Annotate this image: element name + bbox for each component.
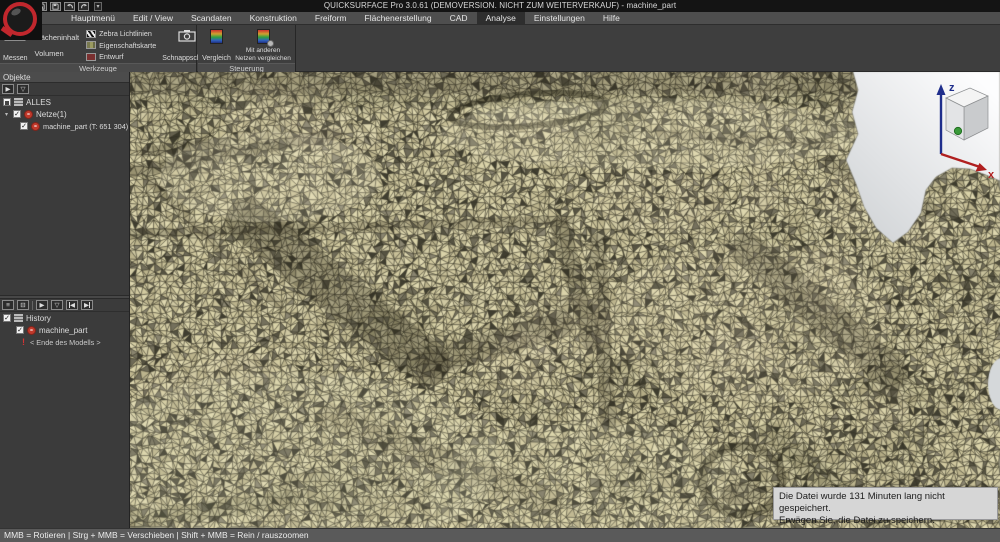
toast-line-2: Erwägen Sie, die Datei zu speichern. xyxy=(779,515,992,527)
menu-bar: Hauptmenü Edit / View Scandaten Konstruk… xyxy=(0,12,1000,25)
menu-flaechenerstellung[interactable]: Flächenerstellung xyxy=(356,12,441,24)
history-machine-part-label: machine_part xyxy=(39,326,87,335)
vergleich-button[interactable]: Vergleich xyxy=(201,27,232,63)
navigation-cube[interactable]: z x xyxy=(925,76,997,178)
mit-anderen-netzen-vergleichen-button[interactable]: Mit anderen Netzen vergleichen xyxy=(234,27,292,63)
machine-part-label: machine_part (T: 651 304) xyxy=(43,122,128,131)
menu-edit-view[interactable]: Edit / View xyxy=(124,12,182,24)
tree-row-alles[interactable]: ALLES xyxy=(0,96,129,108)
viewport-3d[interactable]: z x Die Datei wurde 131 Minuten lang nic… xyxy=(130,72,1000,528)
toast-line-1: Die Datei wurde 131 Minuten lang nicht g… xyxy=(779,491,992,515)
filter-icon[interactable]: ▽ xyxy=(17,84,29,94)
play-filter-icon[interactable]: ▶ xyxy=(2,84,14,94)
status-bar: MMB = Rotieren | Strg + MMB = Verschiebe… xyxy=(0,528,1000,542)
play-history-icon[interactable]: ▶ xyxy=(36,300,48,310)
entwurf-label: Entwurf xyxy=(99,52,123,61)
alles-label: ALLES xyxy=(26,98,51,107)
tree-row-history[interactable]: ✓ History xyxy=(0,312,129,324)
end-marker-icon: ! xyxy=(20,337,27,347)
objekte-panel-header: Objekte xyxy=(0,72,129,83)
menu-analyse[interactable]: Analyse xyxy=(477,12,525,24)
z-axis-label: z xyxy=(949,82,955,94)
history-machine-part-checkbox[interactable]: ✓ xyxy=(16,326,24,334)
history-checkbox[interactable]: ✓ xyxy=(3,314,11,322)
mesh-item-icon xyxy=(31,122,40,131)
menu-hauptmenu[interactable]: Hauptmenü xyxy=(62,12,124,24)
alles-checkbox[interactable] xyxy=(3,98,11,106)
skip-to-end-icon[interactable]: ▶ xyxy=(81,300,93,310)
menu-einstellungen[interactable]: Einstellungen xyxy=(525,12,594,24)
tree-row-netze[interactable]: ▾ ✓ Netze(1) xyxy=(0,108,129,120)
vergleich-label: Vergleich xyxy=(202,55,231,62)
title-bar: ▾ QUICKSURFACE Pro 3.0.61 (DEMOVERSION. … xyxy=(0,0,1000,12)
logo-block xyxy=(0,0,42,40)
x-axis xyxy=(941,154,980,167)
window-title: QUICKSURFACE Pro 3.0.61 (DEMOVERSION. NI… xyxy=(0,1,1000,10)
menu-freiform[interactable]: Freiform xyxy=(306,12,356,24)
tree-row-machine-part[interactable]: ✓ machine_part (T: 651 304) xyxy=(0,120,129,132)
z-axis-arrowhead xyxy=(937,84,946,95)
mouse-hints-text: MMB = Rotieren | Strg + MMB = Verschiebe… xyxy=(4,530,309,540)
ribbon: Messen Flächeninhalt Volumen Zebra Licht… xyxy=(0,25,1000,72)
app-logo-icon[interactable] xyxy=(3,2,37,36)
history-mesh-icon xyxy=(27,326,36,335)
tree-row-ende[interactable]: ! < Ende des Modells > xyxy=(0,336,129,348)
history-layers-icon xyxy=(14,314,23,322)
gear-icon xyxy=(267,40,274,47)
property-map-icon xyxy=(86,41,96,49)
zebra-stripes-icon xyxy=(86,30,96,38)
tree-view-icon[interactable]: ⊟ xyxy=(17,300,29,310)
ribbon-group-steuerung: Vergleich Mit anderen Netzen vergleichen… xyxy=(198,25,296,72)
group-label-steuerung: Steuerung xyxy=(198,63,295,72)
menu-hilfe[interactable]: Hilfe xyxy=(594,12,629,24)
save-reminder-toast: Die Datei wurde 131 Minuten lang nicht g… xyxy=(773,487,998,520)
messen-label: Messen xyxy=(3,55,28,62)
y-axis-dot-icon xyxy=(954,127,961,134)
mesh-canvas[interactable] xyxy=(130,72,1000,528)
application-window: ▾ QUICKSURFACE Pro 3.0.61 (DEMOVERSION. … xyxy=(0,0,1000,542)
collapse-icon[interactable]: ▾ xyxy=(3,111,10,118)
sidebar: Objekte ▶ ▽ ALLES ▾ ✓ Netze(1) ✓ machine… xyxy=(0,72,130,528)
history-toolbar: ≡ ⊟ ▶ ▽ ◀ ▶ xyxy=(0,299,129,312)
eigenschaftskarte-label: Eigenschaftskarte xyxy=(99,41,156,50)
menu-konstruktion[interactable]: Konstruktion xyxy=(241,12,306,24)
volumen-button[interactable]: Volumen xyxy=(35,49,80,58)
group-label-werkzeuge: Werkzeuge xyxy=(0,63,196,72)
entwurf-button[interactable]: Entwurf xyxy=(86,52,156,61)
mesh-group-icon xyxy=(24,110,33,119)
tree-row-history-machine-part[interactable]: ✓ machine_part xyxy=(0,324,129,336)
compare-meshes-label-1: Mit anderen xyxy=(246,47,280,54)
ende-label: < Ende des Modells > xyxy=(30,338,101,347)
list-icon[interactable]: ≡ xyxy=(2,300,14,310)
objekte-toolbar: ▶ ▽ xyxy=(0,83,129,96)
filter-history-icon[interactable]: ▽ xyxy=(51,300,63,310)
colormap-icon xyxy=(210,29,223,44)
eigenschaftskarte-button[interactable]: Eigenschaftskarte xyxy=(86,41,156,50)
machine-part-checkbox[interactable]: ✓ xyxy=(20,122,28,130)
zebra-lichtlinien-button[interactable]: Zebra Lichtlinien xyxy=(86,29,156,38)
netze-label: Netze(1) xyxy=(36,110,67,119)
menu-scandaten[interactable]: Scandaten xyxy=(182,12,241,24)
netze-checkbox[interactable]: ✓ xyxy=(13,110,21,118)
zebra-label: Zebra Lichtlinien xyxy=(99,29,152,38)
x-axis-label: x xyxy=(988,169,995,178)
compare-meshes-label-2: Netzen vergleichen xyxy=(235,55,291,62)
camera-icon xyxy=(178,29,196,44)
layers-icon xyxy=(14,98,23,106)
menu-cad[interactable]: CAD xyxy=(441,12,477,24)
toolbar-divider xyxy=(32,301,33,310)
history-label: History xyxy=(26,314,51,323)
colormap-gear-icon xyxy=(257,29,270,44)
skip-to-start-icon[interactable]: ◀ xyxy=(66,300,78,310)
draft-icon xyxy=(86,53,96,61)
